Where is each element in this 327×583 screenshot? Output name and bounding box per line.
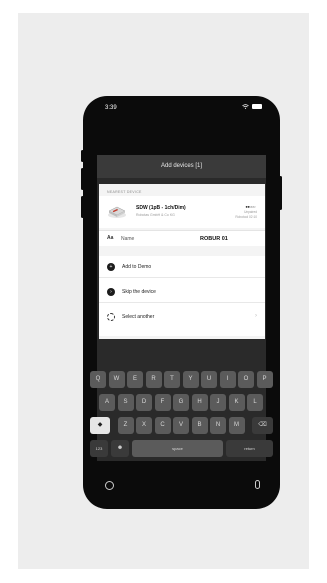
key-t[interactable]: T [164, 371, 180, 388]
key-p[interactable]: P [256, 371, 273, 388]
status-icons [242, 104, 262, 109]
key-m[interactable]: M [228, 417, 245, 434]
key-v[interactable]: V [173, 417, 189, 434]
keyboard-row-3: ◆ Z X C V B N M ⌫ [89, 417, 274, 434]
keyboard-row-4: 123 ☻ space return [89, 440, 274, 457]
action-list: + Add to Demo › Skip the device Select a… [99, 256, 265, 336]
key-f[interactable]: F [154, 394, 171, 411]
select-another-button[interactable]: Select another › [99, 306, 265, 328]
key-r[interactable]: R [145, 371, 162, 388]
key-d[interactable]: D [136, 394, 152, 411]
key-c[interactable]: C [154, 417, 171, 434]
select-another-label: Select another [122, 314, 155, 320]
skip-device-button[interactable]: › Skip the device [99, 281, 265, 303]
section-label: NEAREST DEVICE [107, 190, 142, 194]
status-time: 3:39 [105, 105, 117, 111]
modal-title: Add devices [1] [97, 155, 266, 178]
device-row[interactable]: SDW (1pB - 1ch/Dim) Robotas GmbH & Co KG… [99, 196, 265, 228]
name-field-row[interactable]: Aa Name ROBUR 01 [99, 230, 265, 246]
keyboard-row-2: A S D F G H J K L [89, 394, 274, 411]
keyboard-row-1: Q W E R T Y U I O P [89, 371, 274, 388]
key-j[interactable]: J [210, 394, 226, 411]
signal-strength: ●●○○○ [245, 204, 255, 209]
key-y[interactable]: Y [182, 371, 199, 388]
phone-frame: 3:39 Add devices [1] NEAREST DEVICE SDW … [83, 96, 280, 509]
text-format-icon: Aa [107, 235, 114, 241]
keyboard-bottom-bar [83, 472, 280, 502]
key-k[interactable]: K [228, 394, 245, 411]
emoji-key[interactable]: ☻ [111, 440, 129, 457]
status-bar: 3:39 [83, 96, 280, 120]
microphone-icon[interactable] [255, 480, 260, 489]
plus-icon: + [107, 263, 115, 271]
key-o[interactable]: O [238, 371, 254, 388]
numbers-key[interactable]: 123 [90, 440, 108, 457]
select-icon [107, 313, 115, 321]
device-status-line1: Unpaired [244, 210, 257, 214]
key-n[interactable]: N [210, 417, 226, 434]
wifi-icon [242, 104, 249, 109]
key-l[interactable]: L [247, 394, 263, 411]
skip-icon: › [107, 288, 115, 296]
key-g[interactable]: G [173, 394, 189, 411]
key-b[interactable]: B [191, 417, 208, 434]
chevron-right-icon: › [255, 313, 257, 319]
globe-icon[interactable] [105, 481, 114, 490]
space-key[interactable]: space [132, 440, 223, 457]
add-to-demo-button[interactable]: + Add to Demo [99, 256, 265, 278]
device-status: Unpaired Robotool 02:10 [235, 210, 257, 219]
device-maker: Robotas GmbH & Co KG [136, 213, 175, 217]
key-a[interactable]: A [99, 394, 115, 411]
add-to-demo-label: Add to Demo [122, 264, 152, 270]
device-sheet: NEAREST DEVICE SDW (1pB - 1ch/Dim) Robot… [99, 184, 265, 339]
key-q[interactable]: Q [90, 371, 106, 388]
shift-key[interactable]: ◆ [90, 417, 110, 434]
backspace-key[interactable]: ⌫ [252, 417, 273, 434]
key-i[interactable]: I [219, 371, 236, 388]
return-key[interactable]: return [226, 440, 273, 457]
skip-device-label: Skip the device [122, 289, 156, 295]
name-input[interactable]: ROBUR 01 [200, 236, 228, 242]
name-label: Name [121, 235, 135, 242]
device-status-line2: Robotool 02:10 [235, 214, 257, 219]
key-u[interactable]: U [201, 371, 217, 388]
battery-icon [252, 104, 262, 109]
device-name: SDW (1pB - 1ch/Dim) [136, 205, 186, 211]
key-x[interactable]: X [136, 417, 152, 434]
key-z[interactable]: Z [117, 417, 134, 434]
key-w[interactable]: W [108, 371, 125, 388]
key-h[interactable]: H [191, 394, 208, 411]
key-e[interactable]: E [127, 371, 143, 388]
device-module-icon [108, 206, 126, 218]
key-s[interactable]: S [117, 394, 134, 411]
